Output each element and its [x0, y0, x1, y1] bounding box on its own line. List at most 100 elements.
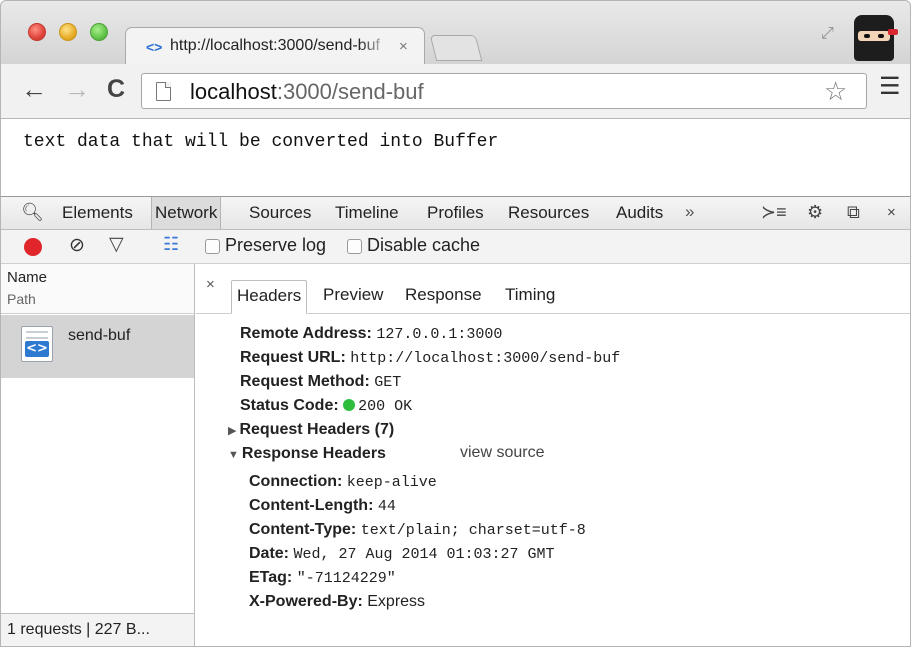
close-devtools-icon[interactable]: ×: [887, 204, 896, 221]
zoom-window-button[interactable]: [90, 23, 108, 41]
tab-profiles[interactable]: Profiles: [424, 197, 487, 229]
view-source-link[interactable]: view source: [460, 444, 544, 462]
tab-response[interactable]: Response: [400, 280, 487, 313]
minimize-window-button[interactable]: [59, 23, 77, 41]
request-headers-toggle[interactable]: ▶ Request Headers (7): [228, 420, 394, 441]
filter-icon[interactable]: ▽: [109, 233, 124, 256]
address-bar[interactable]: localhost:3000/send-buf ☆: [141, 73, 867, 109]
header-value: keep-alive: [346, 474, 437, 491]
request-row[interactable]: <> send-buf: [1, 315, 194, 378]
tab-resources[interactable]: Resources: [505, 197, 592, 229]
response-header-connection: Connection: keep-alive: [249, 472, 437, 493]
request-list: Name Path <> send-buf 1 requests | 227 B…: [1, 264, 195, 646]
tab-title: http://localhost:3000/send-buf: [170, 37, 380, 54]
expand-right-icon: ▶: [228, 425, 237, 437]
request-summary: 1 requests | 227 B...: [1, 613, 194, 646]
header-value: "-71124229": [296, 570, 396, 587]
header-key: Connection:: [249, 473, 343, 490]
menu-icon[interactable]: ☰: [879, 75, 901, 99]
request-detail: × Headers Preview Response Timing Remote…: [196, 264, 910, 646]
tab-elements[interactable]: Elements: [59, 197, 136, 229]
header-request-method: Request Method: GET: [240, 372, 401, 393]
column-path: Path: [7, 291, 36, 307]
preserve-log-checkbox[interactable]: [205, 239, 220, 254]
header-value: 44: [377, 498, 396, 515]
search-icon[interactable]: 🔍︎: [21, 202, 44, 223]
title-bar: <> http://localhost:3000/send-buf × ⤢: [0, 0, 911, 65]
header-value: text/plain; charset=utf-8: [360, 522, 586, 539]
new-tab-button[interactable]: [429, 35, 483, 61]
page-body-text: text data that will be converted into Bu…: [23, 132, 499, 152]
header-remote-address: Remote Address: 127.0.0.1:3000: [240, 324, 502, 345]
request-name: send-buf: [68, 327, 131, 344]
expand-down-icon: ▼: [228, 449, 239, 461]
tab-network[interactable]: Network: [151, 197, 222, 229]
page-icon: [156, 82, 171, 101]
header-value: GET: [374, 374, 402, 391]
tab-sources[interactable]: Sources: [246, 197, 314, 229]
close-window-button[interactable]: [28, 23, 46, 41]
address-url[interactable]: localhost:3000/send-buf: [190, 79, 424, 105]
request-headers-label: Request Headers (7): [239, 421, 395, 438]
status-ok-icon: [343, 399, 356, 411]
header-value: http://localhost:3000/send-buf: [350, 350, 621, 367]
back-forward-code-icon: <>: [146, 39, 163, 55]
header-key: Status Code:: [240, 397, 339, 414]
url-path: :3000/send-buf: [276, 79, 424, 104]
bookmark-star-icon[interactable]: ☆: [824, 76, 847, 107]
header-value: Wed, 27 Aug 2014 01:03:27 GMT: [293, 546, 555, 563]
header-value: 200 OK: [358, 398, 413, 415]
document-code-icon: <>: [21, 326, 53, 362]
disable-cache-checkbox[interactable]: [347, 239, 362, 254]
header-key: Content-Length:: [249, 497, 374, 514]
page-content: text data that will be converted into Bu…: [0, 119, 911, 196]
tab-timeline[interactable]: Timeline: [332, 197, 402, 229]
more-tabs-icon[interactable]: »: [685, 202, 694, 222]
column-name: Name: [7, 269, 48, 286]
incognito-avatar-icon[interactable]: [854, 15, 898, 61]
record-button[interactable]: [24, 238, 42, 256]
response-header-etag: ETag: "-71124229": [249, 568, 396, 589]
close-detail-icon[interactable]: ×: [206, 276, 215, 293]
response-headers-toggle[interactable]: ▼ Response Headers: [228, 444, 386, 465]
header-key: ETag:: [249, 569, 293, 586]
request-list-header[interactable]: Name Path: [1, 264, 194, 314]
clear-icon[interactable]: ⊘: [69, 234, 85, 257]
header-key: X-Powered-By:: [249, 593, 363, 610]
header-key: Request Method:: [240, 373, 370, 390]
console-drawer-icon[interactable]: ≻≡: [761, 202, 787, 223]
url-host: localhost: [190, 79, 277, 104]
browser-tab[interactable]: <> http://localhost:3000/send-buf ×: [125, 27, 425, 65]
gear-icon[interactable]: ⚙: [807, 202, 823, 223]
devtools-tab-bar: 🔍︎ Elements Network Sources Timeline Pro…: [1, 197, 910, 230]
tab-timing[interactable]: Timing: [500, 280, 560, 313]
header-value: Express: [367, 593, 426, 610]
response-header-date: Date: Wed, 27 Aug 2014 01:03:27 GMT: [249, 544, 555, 565]
devtools-panel: 🔍︎ Elements Network Sources Timeline Pro…: [0, 196, 911, 647]
header-key: Remote Address:: [240, 325, 372, 342]
header-key: Content-Type:: [249, 521, 357, 538]
response-header-content-type: Content-Type: text/plain; charset=utf-8: [249, 520, 586, 541]
tab-close-icon[interactable]: ×: [399, 38, 408, 55]
header-value: 127.0.0.1:3000: [376, 326, 503, 343]
tab-preview[interactable]: Preview: [318, 280, 388, 313]
network-toolbar: ⊘ ▽ ☷ Preserve log Disable cache: [1, 230, 910, 264]
header-key: Request URL:: [240, 349, 346, 366]
tab-headers[interactable]: Headers: [231, 280, 308, 314]
list-view-icon[interactable]: ☷: [163, 234, 179, 255]
browser-toolbar: ← → C localhost:3000/send-buf ☆ ☰: [0, 64, 911, 119]
forward-arrow-icon[interactable]: →: [64, 76, 90, 102]
response-header-content-length: Content-Length: 44: [249, 496, 396, 517]
back-arrow-icon[interactable]: ←: [21, 76, 47, 102]
preserve-log-label: Preserve log: [225, 235, 327, 255]
response-header-x-powered-by: X-Powered-By: Express: [249, 592, 425, 612]
response-headers-label: Response Headers: [241, 445, 386, 462]
header-request-url: Request URL: http://localhost:3000/send-…: [240, 348, 620, 369]
disable-cache-label: Disable cache: [367, 235, 481, 255]
fullscreen-icon[interactable]: ⤢: [821, 25, 834, 43]
header-status-code: Status Code: 200 OK: [240, 396, 412, 417]
tab-audits[interactable]: Audits: [613, 197, 666, 229]
dock-icon[interactable]: ⧉: [847, 202, 860, 223]
reload-icon[interactable]: C: [107, 76, 125, 102]
header-key: Date:: [249, 545, 290, 562]
